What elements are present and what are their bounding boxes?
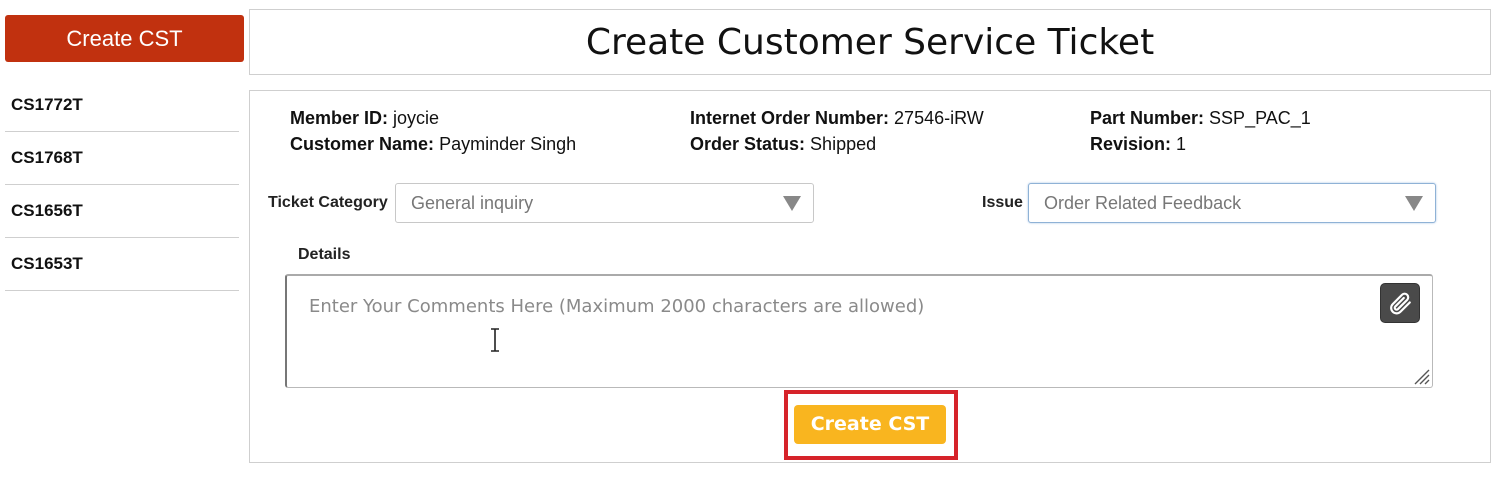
member-id-label: Member ID: bbox=[290, 108, 389, 128]
details-textarea[interactable]: Enter Your Comments Here (Maximum 2000 c… bbox=[285, 274, 1433, 388]
details-placeholder: Enter Your Comments Here (Maximum 2000 c… bbox=[309, 296, 925, 317]
header-panel: Create Customer Service Ticket bbox=[249, 9, 1491, 75]
issue-select[interactable]: Order Related Feedback bbox=[1028, 183, 1436, 223]
part-number-row: Part Number: SSP_PAC_1 bbox=[1090, 105, 1311, 131]
revision-row: Revision: 1 bbox=[1090, 131, 1311, 157]
ticket-category-label: Ticket Category bbox=[268, 194, 388, 211]
part-info: Part Number: SSP_PAC_1 Revision: 1 bbox=[1090, 105, 1311, 157]
resize-handle-icon[interactable] bbox=[1412, 367, 1430, 385]
chevron-down-icon bbox=[783, 196, 801, 211]
issue-value: Order Related Feedback bbox=[1044, 193, 1242, 213]
ticket-category-select[interactable]: General inquiry bbox=[395, 183, 814, 223]
member-id-row: Member ID: joycie bbox=[290, 105, 576, 131]
issue-label: Issue bbox=[982, 194, 1023, 211]
internet-order-label: Internet Order Number: bbox=[690, 108, 890, 128]
member-info: Member ID: joycie Customer Name: Paymind… bbox=[290, 105, 576, 157]
revision-label: Revision: bbox=[1090, 134, 1172, 154]
customer-name-row: Customer Name: Payminder Singh bbox=[290, 131, 576, 157]
ticket-form-panel: Member ID: joycie Customer Name: Paymind… bbox=[249, 90, 1491, 463]
create-cst-button[interactable]: Create CST bbox=[794, 405, 946, 444]
internet-order-value: 27546-iRW bbox=[894, 108, 984, 128]
paperclip-icon[interactable] bbox=[1380, 283, 1420, 323]
sidebar-create-cst-button[interactable]: Create CST bbox=[5, 15, 244, 62]
ticket-list: CS1772T CS1768T CS1656T CS1653T bbox=[5, 79, 239, 291]
ticket-category-value: General inquiry bbox=[411, 193, 534, 213]
sidebar: Create CST CS1772T CS1768T CS1656T CS165… bbox=[5, 15, 244, 291]
customer-name-label: Customer Name: bbox=[290, 134, 435, 154]
text-cursor-icon bbox=[491, 328, 499, 352]
part-number-label: Part Number: bbox=[1090, 108, 1205, 128]
chevron-down-icon bbox=[1405, 196, 1423, 211]
member-id-value: joycie bbox=[393, 108, 440, 128]
page-title: Create Customer Service Ticket bbox=[585, 22, 1155, 63]
customer-name-value: Payminder Singh bbox=[439, 134, 577, 154]
part-number-value: SSP_PAC_1 bbox=[1209, 108, 1311, 128]
ticket-item-cs1653t[interactable]: CS1653T bbox=[5, 238, 239, 291]
internet-order-row: Internet Order Number: 27546-iRW bbox=[690, 105, 984, 131]
revision-value: 1 bbox=[1176, 134, 1187, 154]
details-label: Details bbox=[298, 246, 351, 263]
ticket-item-cs1656t[interactable]: CS1656T bbox=[5, 185, 239, 238]
ticket-item-cs1768t[interactable]: CS1768T bbox=[5, 132, 239, 185]
order-status-value: Shipped bbox=[810, 134, 877, 154]
ticket-item-cs1772t[interactable]: CS1772T bbox=[5, 79, 239, 132]
order-info: Internet Order Number: 27546-iRW Order S… bbox=[690, 105, 984, 157]
order-status-label: Order Status: bbox=[690, 134, 806, 154]
order-status-row: Order Status: Shipped bbox=[690, 131, 984, 157]
